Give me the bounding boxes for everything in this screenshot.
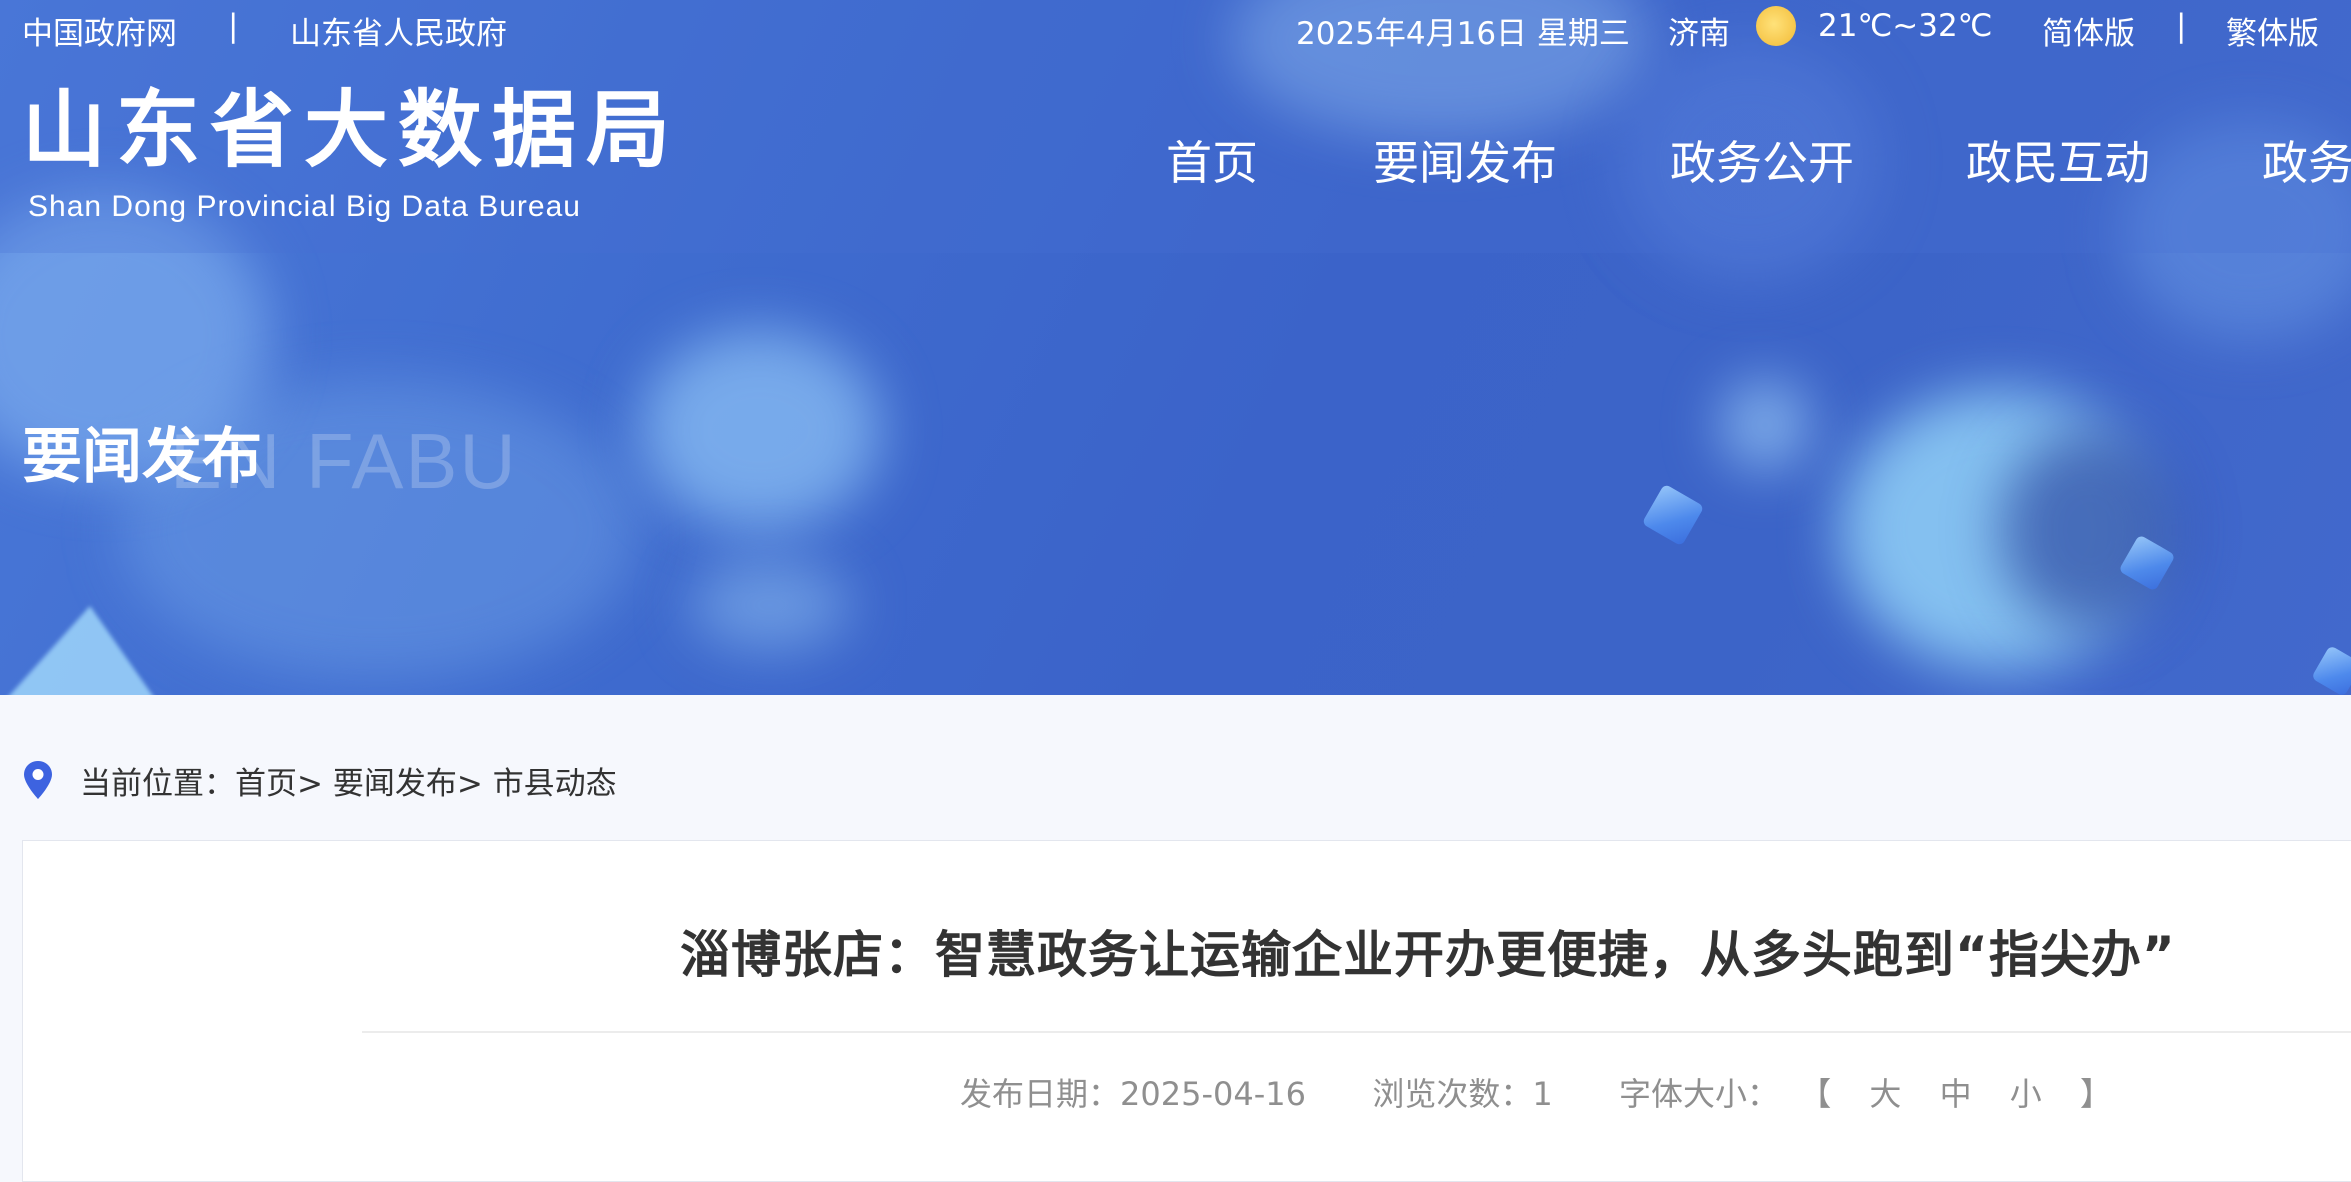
simplified-chinese-link[interactable]: 简体版 bbox=[2042, 8, 2135, 53]
view-count: 1 bbox=[1532, 1075, 1553, 1113]
breadcrumb-city-news[interactable]: 市县动态 bbox=[493, 766, 617, 802]
pyramid-decoration bbox=[0, 606, 160, 695]
breadcrumb: 当前位置：首页> 要闻发布> 市县动态 bbox=[0, 740, 2351, 820]
current-date: 2025年4月16日 星期三 bbox=[1296, 16, 1630, 52]
view-count-label: 浏览次数： bbox=[1372, 1075, 1533, 1113]
font-size-small-button[interactable]: 小 bbox=[2010, 1075, 2046, 1113]
sun-icon bbox=[1756, 6, 1796, 46]
font-size-controls: 【 大 中 小 】 bbox=[1789, 1075, 2126, 1113]
font-size-large-button[interactable]: 大 bbox=[1869, 1075, 1905, 1113]
title-divider bbox=[362, 1031, 2351, 1033]
nav-item-gov-affairs[interactable]: 政务公开 bbox=[1670, 140, 1854, 186]
article-title: 淄博张店：智慧政务让运输企业开办更便捷，从多头跑到“指尖办” bbox=[680, 926, 2176, 984]
bracket-open: 【 bbox=[1799, 1075, 1836, 1113]
breadcrumb-prefix: 当前位置： bbox=[80, 766, 235, 802]
separator: | bbox=[2176, 8, 2187, 44]
traditional-chinese-link[interactable]: 繁体版 bbox=[2226, 8, 2319, 53]
breadcrumb-sep: > bbox=[297, 766, 323, 802]
location-pin-icon bbox=[24, 761, 52, 799]
publish-date-label: 发布日期： bbox=[960, 1075, 1121, 1113]
breadcrumb-home[interactable]: 首页 bbox=[235, 766, 297, 802]
weather-temperature: 21℃~32℃ bbox=[1818, 8, 1993, 44]
nav-item-news[interactable]: 要闻发布 bbox=[1373, 140, 1557, 186]
cube-decoration bbox=[1641, 483, 1705, 547]
font-size-medium-button[interactable]: 中 bbox=[1940, 1075, 1976, 1113]
section-title: 要闻发布 bbox=[22, 422, 262, 492]
nav-item-interaction[interactable]: 政民互动 bbox=[1966, 140, 2150, 186]
font-size-label: 字体大小： bbox=[1619, 1075, 1780, 1113]
breadcrumb-sep: > bbox=[456, 766, 483, 802]
nav-item-home[interactable]: 首页 bbox=[1166, 140, 1258, 186]
link-shandong-gov[interactable]: 山东省人民政府 bbox=[290, 8, 507, 53]
cube-decoration bbox=[2311, 645, 2351, 695]
nav-item-services[interactable]: 政务 bbox=[2262, 140, 2351, 186]
article-meta: 发布日期：2025-04-16 浏览次数：1 字体大小： 【 大 中 小 】 bbox=[960, 1078, 2126, 1110]
article-card bbox=[22, 840, 2351, 1182]
breadcrumb-news[interactable]: 要闻发布 bbox=[333, 766, 457, 802]
header-banner: 中国政府网 | 山东省人民政府 2025年4月16日 星期三 济南 21℃~32… bbox=[0, 0, 2351, 695]
publish-date: 2025-04-16 bbox=[1120, 1075, 1306, 1113]
separator: | bbox=[228, 8, 239, 44]
bracket-close: 】 bbox=[2079, 1075, 2116, 1113]
link-china-gov[interactable]: 中国政府网 bbox=[22, 8, 177, 53]
site-logo-title[interactable]: 山东省大数据局 bbox=[22, 88, 680, 172]
site-logo-subtitle: Shan Dong Provincial Big Data Bureau bbox=[28, 190, 581, 223]
weather-city: 济南 bbox=[1668, 16, 1730, 52]
top-utility-bar: 中国政府网 | 山东省人民政府 2025年4月16日 星期三 济南 21℃~32… bbox=[0, 0, 2351, 54]
